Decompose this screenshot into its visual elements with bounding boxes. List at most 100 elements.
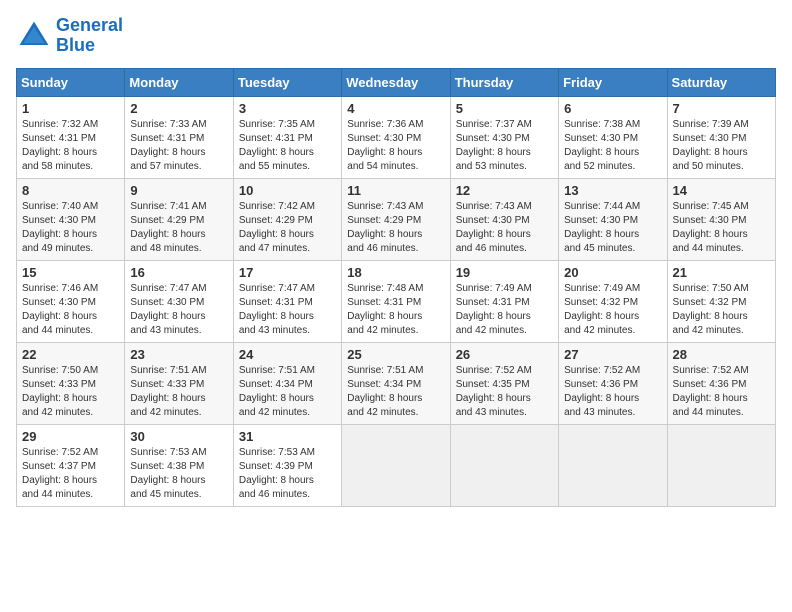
calendar-day-cell: 6 Sunrise: 7:38 AM Sunset: 4:30 PM Daylig… bbox=[559, 96, 667, 178]
calendar-day-cell: 14Sunrise: 7:45 AM Sunset: 4:30 PM Dayli… bbox=[667, 178, 775, 260]
calendar-day-cell: 24 Sunrise: 7:51 AM Sunset: 4:34 PM Dayli… bbox=[233, 342, 341, 424]
day-info: Sunrise: 7:38 AM Sunset: 4:30 PM Dayligh… bbox=[564, 118, 661, 174]
day-number: 5 bbox=[456, 101, 553, 116]
day-info: Sunrise: 7:32 AM Sunset: 4:31 PM Dayligh… bbox=[22, 118, 119, 174]
day-info: Sunrise: 7:49 AM Sunset: 4:31 PM Dayligh… bbox=[456, 282, 553, 338]
day-number: 15 bbox=[22, 265, 119, 280]
calendar-week-row: 29 Sunrise: 7:52 AM Sunset: 4:37 PM Dayli… bbox=[17, 424, 776, 506]
calendar-day-cell: 11 Sunrise: 7:43 AM Sunset: 4:29 PM Dayli… bbox=[342, 178, 450, 260]
day-number: 30 bbox=[130, 429, 227, 444]
day-number: 21 bbox=[673, 265, 770, 280]
day-number: 13 bbox=[564, 183, 661, 198]
calendar-day-cell bbox=[559, 424, 667, 506]
calendar-day-cell: 28Sunrise: 7:52 AM Sunset: 4:36 PM Dayli… bbox=[667, 342, 775, 424]
day-info: Sunrise: 7:40 AM Sunset: 4:30 PM Dayligh… bbox=[22, 200, 119, 256]
calendar-table: SundayMondayTuesdayWednesdayThursdayFrid… bbox=[16, 68, 776, 507]
day-info: Sunrise: 7:43 AM Sunset: 4:29 PM Dayligh… bbox=[347, 200, 444, 256]
calendar-day-cell: 15 Sunrise: 7:46 AM Sunset: 4:30 PM Dayli… bbox=[17, 260, 125, 342]
day-info: Sunrise: 7:33 AM Sunset: 4:31 PM Dayligh… bbox=[130, 118, 227, 174]
calendar-day-cell: 2 Sunrise: 7:33 AM Sunset: 4:31 PM Daylig… bbox=[125, 96, 233, 178]
calendar-day-cell: 4Sunrise: 7:36 AM Sunset: 4:30 PM Daylig… bbox=[342, 96, 450, 178]
calendar-day-cell: 27 Sunrise: 7:52 AM Sunset: 4:36 PM Dayli… bbox=[559, 342, 667, 424]
day-number: 10 bbox=[239, 183, 336, 198]
day-number: 29 bbox=[22, 429, 119, 444]
calendar-day-cell: 23 Sunrise: 7:51 AM Sunset: 4:33 PM Dayli… bbox=[125, 342, 233, 424]
calendar-day-cell: 8 Sunrise: 7:40 AM Sunset: 4:30 PM Daylig… bbox=[17, 178, 125, 260]
day-info: Sunrise: 7:51 AM Sunset: 4:33 PM Dayligh… bbox=[130, 364, 227, 420]
calendar-week-row: 1 Sunrise: 7:32 AM Sunset: 4:31 PM Daylig… bbox=[17, 96, 776, 178]
day-info: Sunrise: 7:49 AM Sunset: 4:32 PM Dayligh… bbox=[564, 282, 661, 338]
calendar-day-cell: 7Sunrise: 7:39 AM Sunset: 4:30 PM Daylig… bbox=[667, 96, 775, 178]
logo-text: General Blue bbox=[56, 16, 123, 56]
calendar-day-cell: 12 Sunrise: 7:43 AM Sunset: 4:30 PM Dayli… bbox=[450, 178, 558, 260]
day-number: 26 bbox=[456, 347, 553, 362]
day-info: Sunrise: 7:41 AM Sunset: 4:29 PM Dayligh… bbox=[130, 200, 227, 256]
day-info: Sunrise: 7:44 AM Sunset: 4:30 PM Dayligh… bbox=[564, 200, 661, 256]
weekday-header: Sunday bbox=[17, 68, 125, 96]
day-info: Sunrise: 7:45 AM Sunset: 4:30 PM Dayligh… bbox=[673, 200, 770, 256]
day-info: Sunrise: 7:51 AM Sunset: 4:34 PM Dayligh… bbox=[239, 364, 336, 420]
calendar-day-cell: 30 Sunrise: 7:53 AM Sunset: 4:38 PM Dayli… bbox=[125, 424, 233, 506]
calendar-day-cell: 22 Sunrise: 7:50 AM Sunset: 4:33 PM Dayli… bbox=[17, 342, 125, 424]
day-number: 7 bbox=[673, 101, 770, 116]
day-info: Sunrise: 7:52 AM Sunset: 4:35 PM Dayligh… bbox=[456, 364, 553, 420]
weekday-header: Thursday bbox=[450, 68, 558, 96]
day-number: 1 bbox=[22, 101, 119, 116]
weekday-header: Friday bbox=[559, 68, 667, 96]
day-number: 19 bbox=[456, 265, 553, 280]
calendar-day-cell: 17Sunrise: 7:47 AM Sunset: 4:31 PM Dayli… bbox=[233, 260, 341, 342]
calendar-week-row: 15 Sunrise: 7:46 AM Sunset: 4:30 PM Dayli… bbox=[17, 260, 776, 342]
calendar-day-cell: 29 Sunrise: 7:52 AM Sunset: 4:37 PM Dayli… bbox=[17, 424, 125, 506]
day-number: 22 bbox=[22, 347, 119, 362]
day-info: Sunrise: 7:52 AM Sunset: 4:37 PM Dayligh… bbox=[22, 446, 119, 502]
day-info: Sunrise: 7:37 AM Sunset: 4:30 PM Dayligh… bbox=[456, 118, 553, 174]
logo: General Blue bbox=[16, 16, 123, 56]
weekday-header: Saturday bbox=[667, 68, 775, 96]
day-info: Sunrise: 7:48 AM Sunset: 4:31 PM Dayligh… bbox=[347, 282, 444, 338]
calendar-day-cell: 18 Sunrise: 7:48 AM Sunset: 4:31 PM Dayli… bbox=[342, 260, 450, 342]
day-info: Sunrise: 7:43 AM Sunset: 4:30 PM Dayligh… bbox=[456, 200, 553, 256]
calendar-day-cell: 1 Sunrise: 7:32 AM Sunset: 4:31 PM Daylig… bbox=[17, 96, 125, 178]
day-number: 16 bbox=[130, 265, 227, 280]
calendar-day-cell: 19 Sunrise: 7:49 AM Sunset: 4:31 PM Dayli… bbox=[450, 260, 558, 342]
calendar-day-cell: 20 Sunrise: 7:49 AM Sunset: 4:32 PM Dayli… bbox=[559, 260, 667, 342]
calendar-day-cell: 10Sunrise: 7:42 AM Sunset: 4:29 PM Dayli… bbox=[233, 178, 341, 260]
calendar-day-cell: 9 Sunrise: 7:41 AM Sunset: 4:29 PM Daylig… bbox=[125, 178, 233, 260]
logo-icon bbox=[16, 18, 52, 54]
day-info: Sunrise: 7:47 AM Sunset: 4:30 PM Dayligh… bbox=[130, 282, 227, 338]
day-info: Sunrise: 7:47 AM Sunset: 4:31 PM Dayligh… bbox=[239, 282, 336, 338]
day-number: 12 bbox=[456, 183, 553, 198]
day-info: Sunrise: 7:52 AM Sunset: 4:36 PM Dayligh… bbox=[564, 364, 661, 420]
day-info: Sunrise: 7:46 AM Sunset: 4:30 PM Dayligh… bbox=[22, 282, 119, 338]
weekday-header: Tuesday bbox=[233, 68, 341, 96]
day-number: 27 bbox=[564, 347, 661, 362]
calendar-day-cell: 3 Sunrise: 7:35 AM Sunset: 4:31 PM Daylig… bbox=[233, 96, 341, 178]
day-number: 24 bbox=[239, 347, 336, 362]
calendar-day-cell: 25 Sunrise: 7:51 AM Sunset: 4:34 PM Dayli… bbox=[342, 342, 450, 424]
day-number: 2 bbox=[130, 101, 227, 116]
day-number: 18 bbox=[347, 265, 444, 280]
day-number: 28 bbox=[673, 347, 770, 362]
calendar-day-cell: 26 Sunrise: 7:52 AM Sunset: 4:35 PM Dayli… bbox=[450, 342, 558, 424]
day-number: 6 bbox=[564, 101, 661, 116]
day-info: Sunrise: 7:50 AM Sunset: 4:32 PM Dayligh… bbox=[673, 282, 770, 338]
day-number: 3 bbox=[239, 101, 336, 116]
calendar-day-cell: 21 Sunrise: 7:50 AM Sunset: 4:32 PM Dayli… bbox=[667, 260, 775, 342]
day-number: 11 bbox=[347, 183, 444, 198]
calendar-week-row: 8 Sunrise: 7:40 AM Sunset: 4:30 PM Daylig… bbox=[17, 178, 776, 260]
day-number: 31 bbox=[239, 429, 336, 444]
day-info: Sunrise: 7:36 AM Sunset: 4:30 PM Dayligh… bbox=[347, 118, 444, 174]
day-number: 20 bbox=[564, 265, 661, 280]
day-info: Sunrise: 7:53 AM Sunset: 4:38 PM Dayligh… bbox=[130, 446, 227, 502]
page-header: General Blue bbox=[16, 16, 776, 56]
day-number: 25 bbox=[347, 347, 444, 362]
day-number: 8 bbox=[22, 183, 119, 198]
weekday-header: Wednesday bbox=[342, 68, 450, 96]
day-info: Sunrise: 7:51 AM Sunset: 4:34 PM Dayligh… bbox=[347, 364, 444, 420]
calendar-day-cell bbox=[450, 424, 558, 506]
day-number: 9 bbox=[130, 183, 227, 198]
day-info: Sunrise: 7:50 AM Sunset: 4:33 PM Dayligh… bbox=[22, 364, 119, 420]
calendar-week-row: 22 Sunrise: 7:50 AM Sunset: 4:33 PM Dayli… bbox=[17, 342, 776, 424]
day-number: 23 bbox=[130, 347, 227, 362]
day-info: Sunrise: 7:35 AM Sunset: 4:31 PM Dayligh… bbox=[239, 118, 336, 174]
